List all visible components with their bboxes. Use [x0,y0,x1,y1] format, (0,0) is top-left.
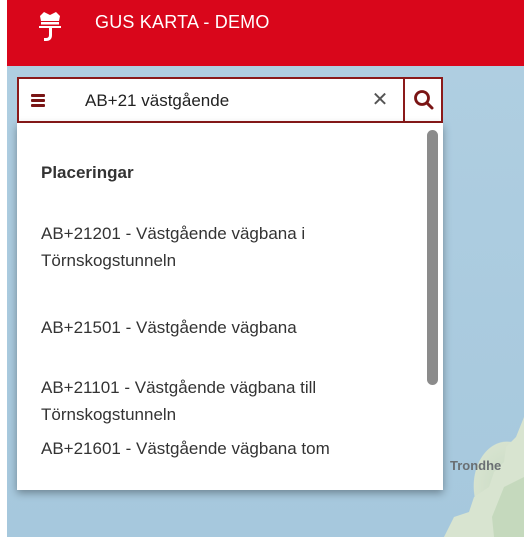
clear-button[interactable]: ✕ [367,87,393,113]
section-header-placeringar: Placeringar [41,163,134,182]
result-line: AB+21201 - Västgående vägbana i [41,224,306,243]
search-bar: ✕ [17,77,443,123]
app-header: GUS KARTA - DEMO [7,0,524,66]
result-line: AB+21601 - Västgående vägbana tom [41,439,330,458]
hamburger-line [31,104,45,107]
result-line: AB+21501 - Västgående vägbana [41,318,297,337]
close-icon: ✕ [371,89,389,111]
land-area [444,417,524,537]
search-input[interactable] [83,88,367,114]
result-line: Törnskogstunneln [41,405,177,424]
menu-button[interactable] [27,89,49,111]
search-icon[interactable] [411,87,437,113]
search-results-dropdown: Placeringar AB+21201 - Västgående vägban… [17,123,443,490]
hamburger-icon [31,94,45,97]
crown-logo-icon [39,12,61,41]
map-place-label: Trondhe [450,458,502,473]
app-title: GUS KARTA - DEMO [95,12,270,32]
result-line: Törnskogstunneln [41,251,177,270]
result-item[interactable]: AB+21601 - Västgående vägbana tom [41,435,411,462]
scrollbar-thumb[interactable] [427,130,438,385]
left-edge [0,0,7,537]
result-item[interactable]: AB+21101 - Västgående vägbana till Törns… [41,374,411,428]
result-item[interactable]: AB+21201 - Västgående vägbana i Törnskog… [41,220,411,274]
search-divider [403,79,405,121]
hamburger-line [31,99,45,102]
result-item[interactable]: AB+21501 - Västgående vägbana [41,314,411,341]
result-line: AB+21101 - Västgående vägbana till [41,378,317,397]
